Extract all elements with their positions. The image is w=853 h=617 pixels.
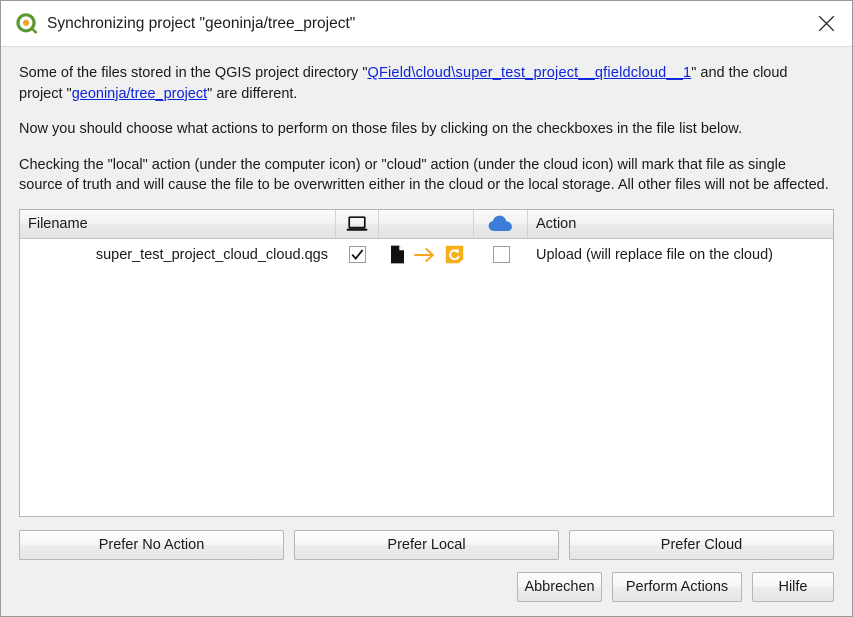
file-list-table: Filename Action super_test_project_cloud… <box>19 208 834 517</box>
cell-filename: super_test_project_cloud_cloud.qgs <box>20 239 336 271</box>
cloud-project-link[interactable]: geoninja/tree_project <box>72 86 207 102</box>
prefer-button-row: Prefer No Action Prefer Local Prefer Clo… <box>19 530 834 560</box>
prefer-cloud-button[interactable]: Prefer Cloud <box>569 530 834 560</box>
table-row[interactable]: super_test_project_cloud_cloud.qgs Uploa… <box>20 238 833 271</box>
column-header-filename-label: Filename <box>28 215 88 232</box>
arrow-right-icon <box>413 247 436 263</box>
column-header-action-label: Action <box>536 215 577 232</box>
refresh-icon <box>445 245 464 264</box>
paragraph-directories: Some of the files stored in the QGIS pro… <box>19 63 831 104</box>
qgis-logo-icon <box>13 11 39 37</box>
window-title: Synchronizing project "geoninja/tree_pro… <box>47 14 356 32</box>
cell-action: Upload (will replace file on the cloud) <box>528 239 833 271</box>
column-header-filename[interactable]: Filename <box>20 209 336 238</box>
column-header-status[interactable] <box>379 209 474 238</box>
cloud-checkbox[interactable] <box>492 246 510 264</box>
document-icon <box>390 245 405 264</box>
project-directory-link[interactable]: QField\cloud\super_test_project__qfieldc… <box>367 65 691 81</box>
prefer-local-button[interactable]: Prefer Local <box>294 530 559 560</box>
cell-local-checkbox[interactable] <box>336 239 379 271</box>
computer-icon <box>346 216 368 232</box>
filename-label: super_test_project_cloud_cloud.qgs <box>95 246 328 263</box>
column-header-cloud[interactable] <box>474 209 528 238</box>
table-header-row: Filename Action <box>20 209 833 239</box>
cell-status-icons <box>379 239 474 271</box>
column-header-local[interactable] <box>336 209 379 238</box>
perform-actions-button[interactable]: Perform Actions <box>612 572 742 602</box>
local-checkbox[interactable] <box>349 246 366 264</box>
dialog-content: Some of the files stored in the QGIS pro… <box>1 47 852 518</box>
paragraph1-after: " are different. <box>207 85 298 102</box>
cell-cloud-checkbox[interactable] <box>474 239 528 271</box>
cloud-icon <box>488 215 514 232</box>
prefer-no-action-button[interactable]: Prefer No Action <box>19 530 284 560</box>
column-header-action[interactable]: Action <box>528 210 833 238</box>
synchronize-project-dialog: Synchronizing project "geoninja/tree_pro… <box>0 0 853 617</box>
help-button[interactable]: Hilfe <box>752 572 834 602</box>
paragraph-explanation: Checking the "local" action (under the c… <box>19 156 829 194</box>
close-icon[interactable] <box>800 1 852 46</box>
paragraph-choose-actions: Now you should choose what actions to pe… <box>19 121 742 138</box>
title-bar: Synchronizing project "geoninja/tree_pro… <box>1 1 852 47</box>
cancel-button[interactable]: Abbrechen <box>517 572 602 602</box>
action-label: Upload (will replace file on the cloud) <box>536 246 773 263</box>
paragraph1-before: Some of the files stored in the QGIS pro… <box>19 65 368 81</box>
action-button-row: Abbrechen Perform Actions Hilfe <box>19 572 834 602</box>
dialog-footer: Prefer No Action Prefer Local Prefer Clo… <box>1 518 852 616</box>
